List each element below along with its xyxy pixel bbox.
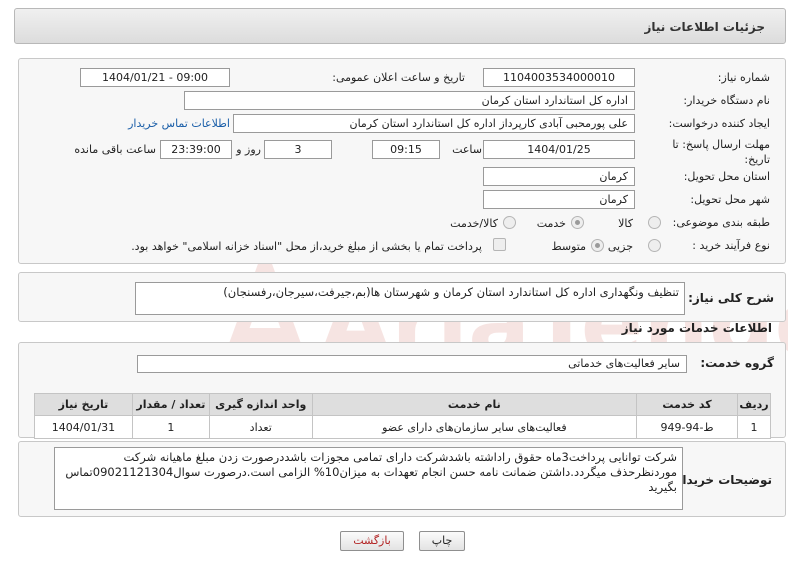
page-header: جزئیات اطلاعات نیاز	[14, 8, 786, 44]
announce-label: تاریخ و ساعت اعلان عمومی:	[332, 71, 465, 84]
category-option-service: خدمت	[536, 217, 566, 230]
back-button[interactable]: بازگشت	[340, 531, 404, 551]
need-number-label: شماره نیاز:	[717, 71, 770, 84]
buyer-notes-label: توضیحات خریدار:	[670, 473, 772, 487]
services-table: تاریخ نیاز تعداد / مقدار واحد اندازه گیر…	[34, 393, 772, 439]
col-header-service-code: کد خدمت	[636, 393, 738, 416]
print-button[interactable]: چاپ	[419, 531, 465, 551]
buyer-notes-field: شرکت توانایی پرداخت3ماه حقوق راداشته باش…	[54, 447, 683, 510]
process-radio-medium[interactable]	[591, 239, 604, 252]
cell-unit: تعداد	[208, 415, 313, 439]
need-description-label: شرح کلی نیاز:	[688, 291, 774, 305]
col-header-row: ردیف	[736, 393, 772, 416]
announce-datetime-field: 1404/01/21 - 09:00	[80, 68, 230, 87]
city-field: کرمان	[483, 190, 635, 209]
table-row: 1404/01/31 1 تعداد فعالیت‌های سایر سازما…	[34, 415, 772, 439]
col-header-service-name: نام خدمت	[311, 393, 638, 416]
creator-label: ایجاد کننده درخواست:	[668, 117, 770, 130]
col-header-date: تاریخ نیاز	[34, 393, 133, 416]
category-label: طبقه بندی موضوعی:	[672, 216, 770, 229]
category-radio-goods-service[interactable]	[503, 216, 516, 229]
services-table-header: تاریخ نیاز تعداد / مقدار واحد اندازه گیر…	[34, 393, 772, 416]
province-label: استان محل تحویل:	[683, 170, 770, 183]
buyer-contact-link[interactable]: اطلاعات تماس خریدار	[128, 117, 230, 130]
cell-service-name: فعالیت‌های سایر سازمان‌های دارای عضو	[311, 415, 638, 439]
remaining-label: ساعت باقی مانده	[74, 143, 156, 156]
province-field: کرمان	[483, 167, 635, 186]
page-title: جزئیات اطلاعات نیاز	[644, 20, 765, 34]
deadline-date-field: 1404/01/25	[483, 140, 635, 159]
deadline-time-field: 09:15	[372, 140, 440, 159]
treasury-note: پرداخت تمام یا بخشی از مبلغ خرید،از محل …	[131, 240, 482, 253]
deadline-time-label: ساعت	[452, 143, 482, 156]
process-option-medium: متوسط	[551, 240, 586, 253]
remaining-days-field: 3	[264, 140, 332, 159]
category-radio-goods[interactable]	[648, 216, 661, 229]
cell-quantity: 1	[131, 415, 210, 439]
creator-field: علی پورمحبی آبادی کارپرداز اداره کل استا…	[233, 114, 635, 133]
need-description-field: تنظیف ونگهداری اداره کل استاندارد استان …	[135, 282, 685, 315]
service-group-label: گروه خدمت:	[700, 356, 774, 370]
services-section-title: اطلاعات خدمات مورد نیاز	[621, 321, 772, 335]
buyer-field: اداره کل استاندارد استان کرمان	[184, 91, 635, 110]
process-option-minor: جزیی	[607, 240, 633, 253]
need-number-field: 1104003534000010	[483, 68, 635, 87]
category-radio-service[interactable]	[571, 216, 584, 229]
cell-row: 1	[736, 415, 772, 439]
col-header-unit: واحد اندازه گیری	[208, 393, 313, 416]
category-option-goods: کالا	[618, 217, 633, 230]
cell-service-code: ط-94-949	[636, 415, 738, 439]
process-radio-minor[interactable]	[648, 239, 661, 252]
treasury-checkbox[interactable]	[493, 238, 506, 251]
process-label: نوع فرآیند خرید :	[692, 239, 770, 252]
col-header-quantity: تعداد / مقدار	[131, 393, 210, 416]
city-label: شهر محل تحویل:	[690, 193, 770, 206]
deadline-label: مهلت ارسال پاسخ: تا تاریخ:	[672, 138, 770, 166]
category-option-goods-service: کالا/خدمت	[450, 217, 498, 230]
days-label: روز و	[236, 143, 261, 156]
remaining-time-field: 23:39:00	[160, 140, 232, 159]
buyer-label: نام دستگاه خریدار:	[683, 94, 770, 107]
cell-date: 1404/01/31	[34, 415, 133, 439]
service-group-field: سایر فعالیت‌های خدماتی	[137, 355, 687, 373]
